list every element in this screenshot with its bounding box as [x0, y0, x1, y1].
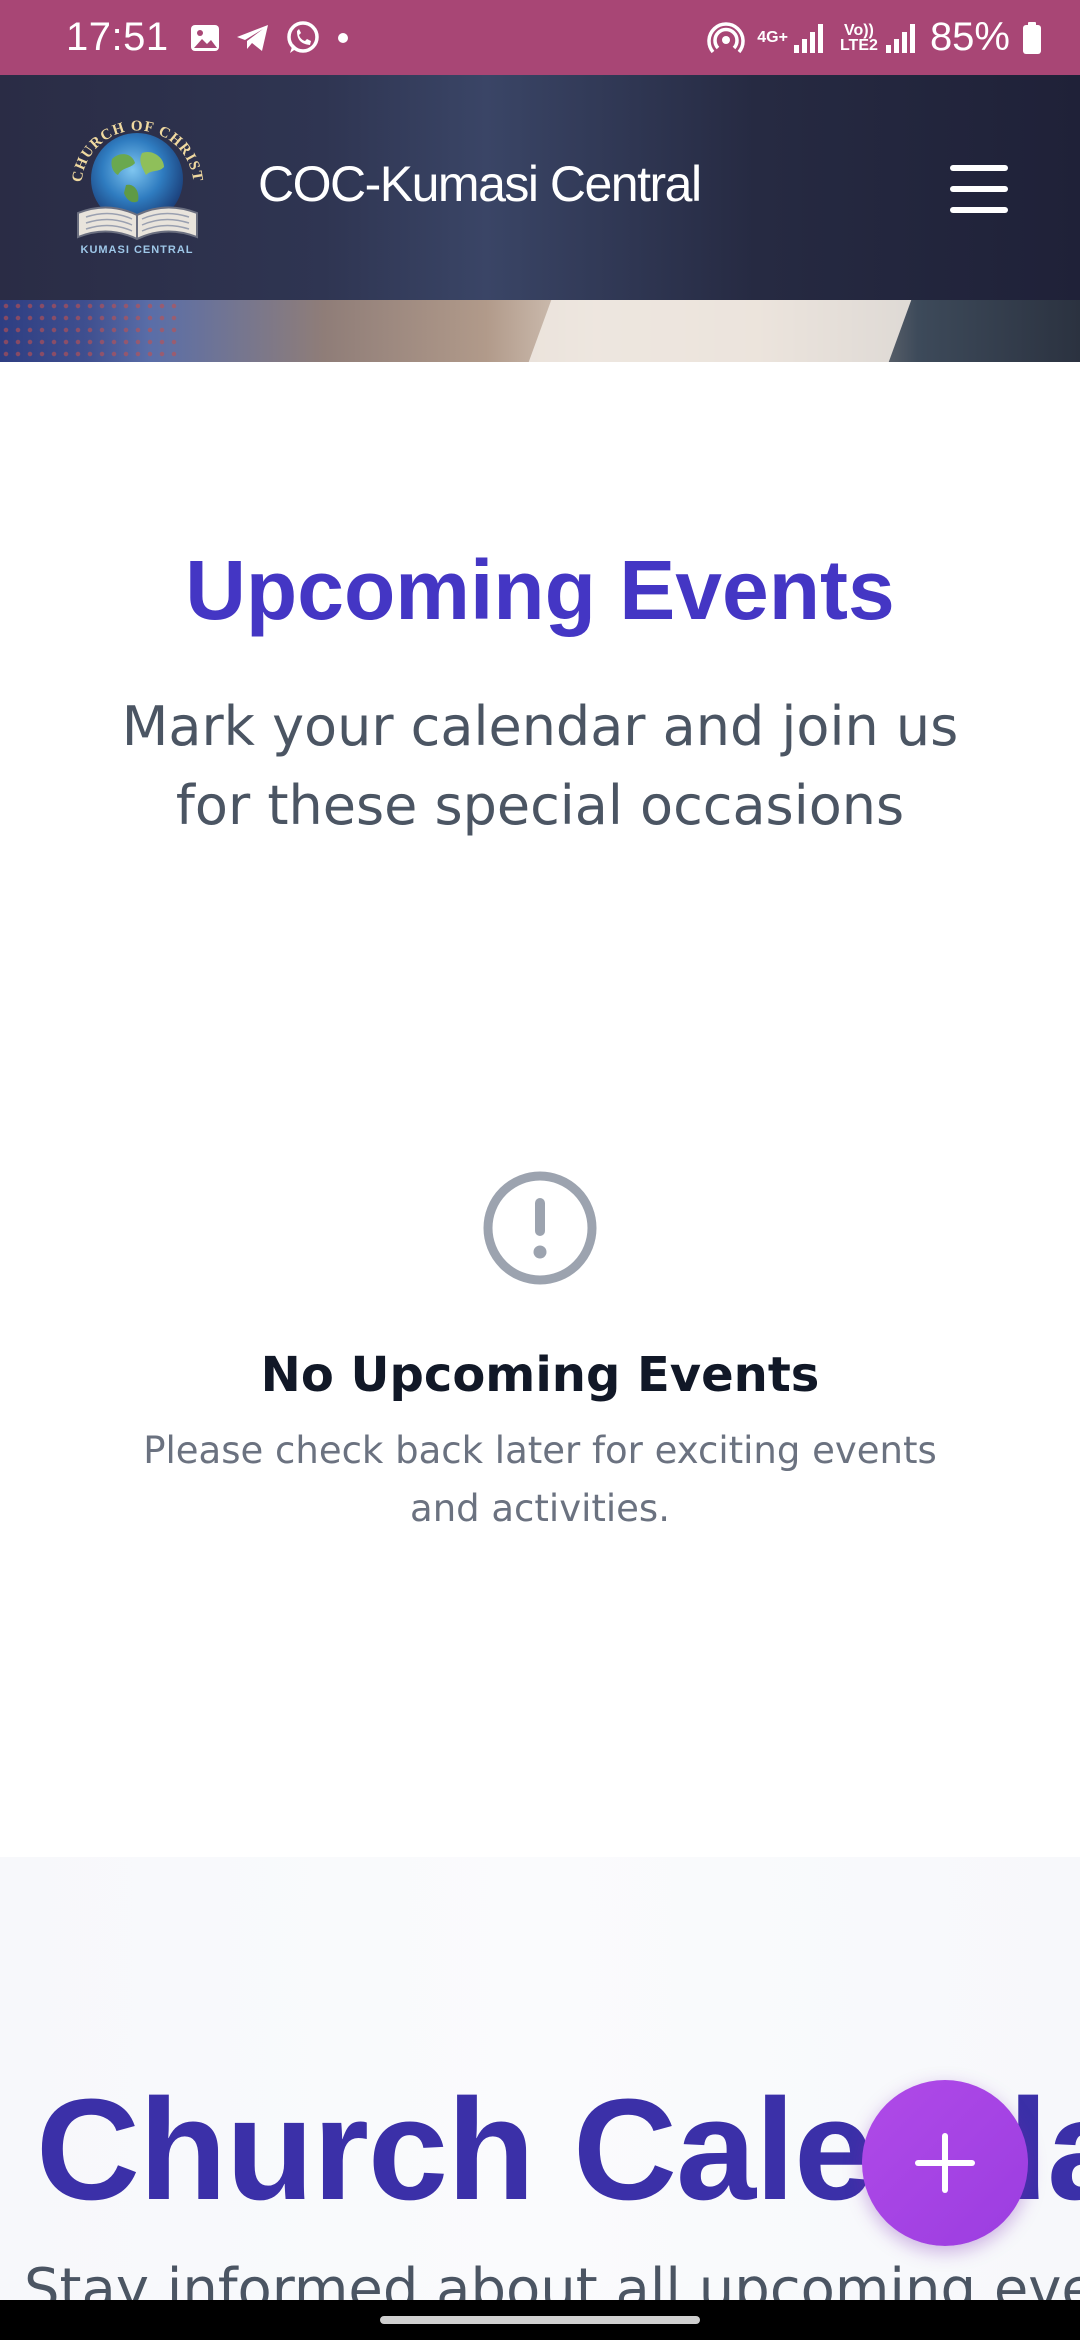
plus-icon: [915, 2133, 975, 2193]
hero-image: [0, 300, 1080, 362]
section-title: Upcoming Events: [185, 543, 895, 637]
menu-bar-top: [950, 165, 1008, 171]
status-system-icons: 4G+ Vo)) LTE2 85%: [707, 15, 1042, 60]
4g-signal-icon: 4G+: [757, 21, 826, 55]
church-logo[interactable]: CHURCH OF CHRIST KUMASI CENTRAL: [60, 101, 215, 261]
status-bar: 17:51 4G+ Vo)) LTE2 85%: [0, 0, 1080, 75]
hamburger-menu-icon[interactable]: [950, 165, 1008, 213]
whatsapp-icon: [285, 20, 321, 56]
add-fab-button[interactable]: [862, 2080, 1028, 2246]
upcoming-events-section: Upcoming Events Mark your calendar and j…: [0, 362, 1080, 1857]
menu-bar-middle: [950, 186, 1008, 192]
battery-icon: [1022, 21, 1042, 55]
system-navigation-bar: [0, 2300, 1080, 2340]
hotspot-icon: [707, 19, 745, 57]
empty-state-title: No Upcoming Events: [260, 1347, 820, 1403]
status-notification-icons: [189, 20, 351, 56]
telegram-icon: [235, 22, 271, 54]
battery-percentage: 85%: [929, 15, 1010, 59]
svg-text:KUMASI CENTRAL: KUMASI CENTRAL: [81, 244, 194, 256]
site-title[interactable]: COC-Kumasi Central: [258, 155, 702, 213]
volte-lte2-signal-icon: Vo)) LTE2: [838, 21, 918, 55]
site-header: CHURCH OF CHRIST KUMASI CENTRAL COC-Kuma…: [0, 75, 1080, 300]
exclamation-circle-icon: [482, 1170, 598, 1286]
empty-state-description: Please check back later for exciting eve…: [143, 1429, 937, 1530]
section-subtitle: Mark your calendar and join us for these…: [121, 695, 959, 837]
status-time: 17:51: [66, 15, 169, 59]
home-indicator[interactable]: [380, 2316, 700, 2324]
menu-bar-bottom: [950, 207, 1008, 213]
dot-icon: [335, 30, 351, 46]
gallery-icon: [189, 22, 221, 54]
calendar-subtitle: Stay informed about all upcoming events: [24, 2257, 1080, 2300]
